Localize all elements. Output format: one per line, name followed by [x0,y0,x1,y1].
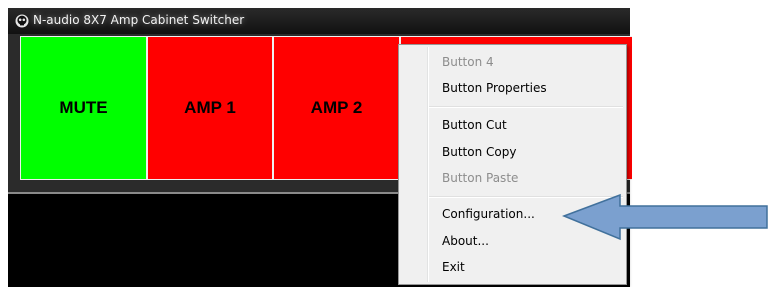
mute-button-label: MUTE [59,98,108,117]
annotation-arrow-icon [562,193,768,241]
menu-item-configuration[interactable]: Configuration... [442,207,535,221]
menu-item-button-4: Button 4 [442,55,494,69]
window-title: N-audio 8X7 Amp Cabinet Switcher [33,13,245,27]
title-bar[interactable]: N-audio 8X7 Amp Cabinet Switcher [8,8,630,34]
menu-item-button-paste: Button Paste [442,171,519,185]
amp-1-button-label: AMP 1 [184,98,236,117]
context-menu: Button 4 Button Properties Button Cut Bu… [398,44,627,285]
menu-item-button-cut[interactable]: Button Cut [442,118,507,132]
amp-1-button[interactable]: AMP 1 [147,36,273,180]
menu-item-about[interactable]: About... [442,234,489,248]
mute-button[interactable]: MUTE [20,36,147,180]
amp-2-button[interactable]: AMP 2 [273,36,400,180]
menu-gutter [427,47,429,282]
menu-separator [429,106,623,108]
skull-icon [15,14,29,28]
menu-item-button-copy[interactable]: Button Copy [442,145,516,159]
menu-item-button-properties[interactable]: Button Properties [442,81,547,95]
menu-item-exit[interactable]: Exit [442,260,465,274]
amp-2-button-label: AMP 2 [310,98,363,117]
